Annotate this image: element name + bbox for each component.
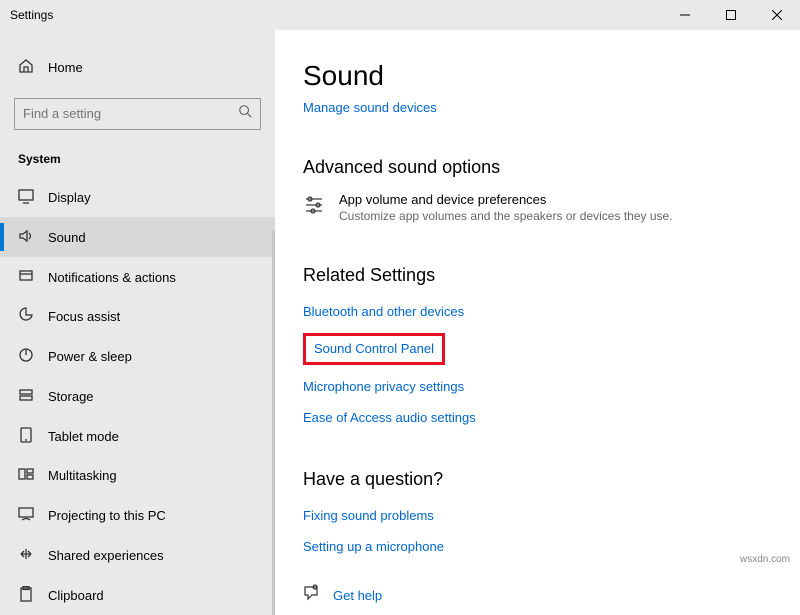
sidebar-item-label: Tablet mode — [48, 429, 119, 444]
sidebar-item-label: Storage — [48, 389, 94, 404]
home-button[interactable]: Home — [0, 50, 275, 86]
option-description: Customize app volumes and the speakers o… — [339, 209, 673, 223]
section-label: System — [0, 146, 275, 178]
titlebar: Settings — [0, 0, 800, 30]
sidebar-item-power-sleep[interactable]: Power & sleep — [0, 337, 275, 377]
home-icon — [18, 58, 34, 77]
microphone-privacy-link[interactable]: Microphone privacy settings — [303, 379, 464, 394]
sound-control-panel-link[interactable]: Sound Control Panel — [314, 341, 434, 356]
help-icon — [303, 584, 321, 607]
app-volume-option[interactable]: App volume and device preferences Custom… — [303, 192, 800, 223]
clipboard-icon — [18, 586, 34, 605]
sidebar-item-label: Sound — [48, 230, 86, 245]
sidebar-item-shared-experiences[interactable]: Shared experiences — [0, 536, 275, 576]
question-heading: Have a question? — [303, 469, 800, 490]
manage-sound-devices-link[interactable]: Manage sound devices — [303, 100, 437, 115]
fixing-sound-link[interactable]: Fixing sound problems — [303, 508, 434, 523]
related-heading: Related Settings — [303, 265, 800, 286]
search-input[interactable] — [23, 106, 238, 121]
sound-icon — [18, 228, 34, 247]
sidebar-item-label: Notifications & actions — [48, 270, 176, 285]
minimize-button[interactable] — [662, 0, 708, 30]
sidebar-item-label: Clipboard — [48, 588, 104, 603]
maximize-button[interactable] — [708, 0, 754, 30]
main-content: Sound Manage sound devices Advanced soun… — [275, 30, 800, 615]
focus-assist-icon — [18, 307, 34, 326]
sidebar-item-display[interactable]: Display — [0, 178, 275, 218]
display-icon — [18, 188, 34, 207]
sidebar-item-projecting[interactable]: Projecting to this PC — [0, 496, 275, 536]
multitasking-icon — [18, 466, 34, 485]
search-icon — [238, 104, 252, 123]
sidebar-item-focus-assist[interactable]: Focus assist — [0, 297, 275, 337]
sidebar-item-label: Power & sleep — [48, 349, 132, 364]
sidebar-item-storage[interactable]: Storage — [0, 376, 275, 416]
projecting-icon — [18, 506, 34, 525]
close-button[interactable] — [754, 0, 800, 30]
storage-icon — [18, 387, 34, 406]
power-icon — [18, 347, 34, 366]
notifications-icon — [18, 268, 34, 287]
option-title: App volume and device preferences — [339, 192, 673, 207]
sidebar-item-label: Projecting to this PC — [48, 508, 166, 523]
setup-mic-link[interactable]: Setting up a microphone — [303, 539, 444, 554]
get-help-link[interactable]: Get help — [333, 588, 382, 603]
sidebar-item-label: Shared experiences — [48, 548, 164, 563]
advanced-heading: Advanced sound options — [303, 157, 800, 178]
search-box[interactable] — [14, 98, 261, 130]
window-title: Settings — [10, 8, 662, 22]
watermark: wsxdn.com — [740, 554, 790, 565]
sidebar-item-label: Display — [48, 190, 91, 205]
sidebar-item-tablet-mode[interactable]: Tablet mode — [0, 416, 275, 456]
shared-icon — [18, 546, 34, 565]
sidebar-item-clipboard[interactable]: Clipboard — [0, 575, 275, 615]
page-title: Sound — [303, 60, 800, 92]
sidebar-item-notifications[interactable]: Notifications & actions — [0, 257, 275, 297]
home-label: Home — [48, 60, 83, 75]
ease-of-access-link[interactable]: Ease of Access audio settings — [303, 410, 476, 425]
sliders-icon — [303, 192, 325, 221]
sidebar-item-sound[interactable]: Sound — [0, 217, 275, 257]
sidebar-item-label: Multitasking — [48, 468, 117, 483]
highlight-box: Sound Control Panel — [303, 333, 445, 365]
bluetooth-link[interactable]: Bluetooth and other devices — [303, 304, 464, 319]
sidebar-item-label: Focus assist — [48, 309, 120, 324]
sidebar: Home System Display Sound Notifications … — [0, 30, 275, 615]
tablet-icon — [18, 427, 34, 446]
sidebar-item-multitasking[interactable]: Multitasking — [0, 456, 275, 496]
